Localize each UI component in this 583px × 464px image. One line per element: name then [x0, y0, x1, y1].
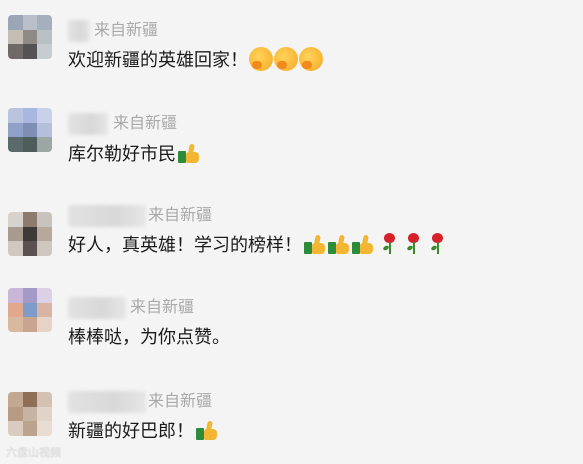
location-label: 来自新疆 — [94, 22, 159, 39]
thumbs-up-emoji — [328, 234, 350, 254]
comment-text: 库尔勒好市民 — [68, 141, 200, 167]
hug-emoji — [249, 47, 273, 71]
avatar[interactable] — [8, 15, 52, 59]
location-label: 来自新疆 — [113, 115, 178, 132]
comment-text-content: 棒棒哒，为你点赞。 — [68, 327, 230, 347]
location-label: 来自新疆 — [130, 299, 195, 316]
comment-text: 新疆的好巴郎！ — [68, 418, 218, 444]
avatar[interactable] — [8, 108, 52, 152]
avatar[interactable] — [8, 392, 52, 436]
location-label: 来自新疆 — [148, 393, 213, 410]
watermark: 六盘山视频 — [6, 447, 61, 459]
avatar[interactable] — [8, 212, 52, 256]
thumbs-up-emoji — [196, 420, 218, 440]
username-blurred[interactable] — [68, 205, 146, 227]
thumbs-up-emoji — [304, 234, 326, 254]
comment-text-content: 好人，真英雄！学习的榜样！ — [68, 235, 302, 255]
avatar[interactable] — [8, 288, 52, 332]
comment-text: 好人，真英雄！学习的榜样！ — [68, 232, 446, 258]
hug-emoji — [299, 47, 323, 71]
username-blurred[interactable] — [68, 297, 126, 319]
username-blurred[interactable] — [68, 20, 90, 42]
thumbs-up-emoji — [352, 234, 374, 254]
rose-emoji — [404, 233, 422, 255]
comment-text: 棒棒哒，为你点赞。 — [68, 324, 230, 350]
comment-text-content: 欢迎新疆的英雄回家！ — [68, 50, 248, 70]
location-label: 来自新疆 — [148, 207, 213, 224]
rose-emoji — [428, 233, 446, 255]
comment-text-content: 库尔勒好市民 — [68, 144, 176, 164]
username-blurred[interactable] — [68, 391, 146, 413]
username-blurred[interactable] — [68, 113, 108, 135]
rose-emoji — [380, 233, 398, 255]
comment-text: 欢迎新疆的英雄回家！ — [68, 47, 323, 73]
hug-emoji — [274, 47, 298, 71]
thumbs-up-emoji — [178, 143, 200, 163]
comment-text-content: 新疆的好巴郎！ — [68, 421, 194, 441]
